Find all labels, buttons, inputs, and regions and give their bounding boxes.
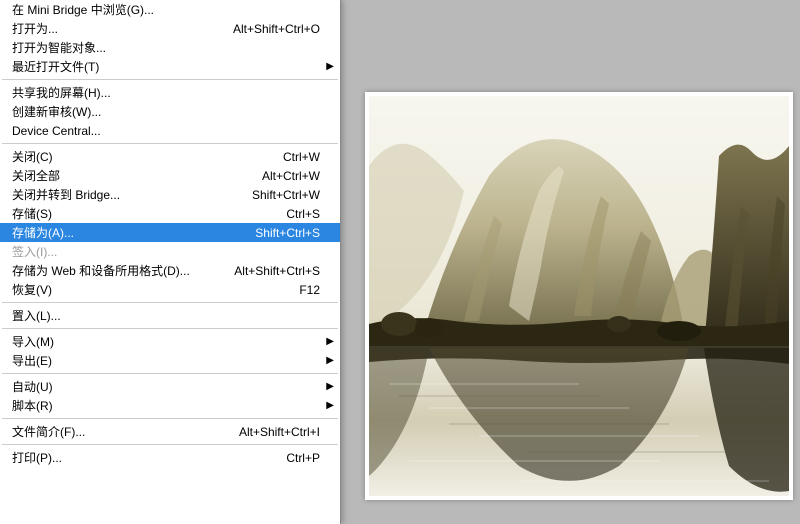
menu-separator <box>2 143 338 144</box>
menu-item[interactable]: 最近打开文件(T) ▶ <box>0 57 340 76</box>
menu-separator <box>2 444 338 445</box>
chevron-right-icon: ▶ <box>326 381 334 392</box>
menu-item-label: 在 Mini Bridge 中浏览(G)... <box>12 1 320 18</box>
menu-item[interactable]: 脚本(R) ▶ <box>0 396 340 415</box>
menu-item-label: 导出(E) <box>12 352 320 369</box>
menu-item-label: 打开为智能对象... <box>12 39 320 56</box>
menu-item[interactable]: 关闭(C)Ctrl+W <box>0 147 340 166</box>
menu-item[interactable]: 文件简介(F)...Alt+Shift+Ctrl+I <box>0 422 340 441</box>
menu-item[interactable]: 自动(U) ▶ <box>0 377 340 396</box>
menu-item: 签入(I)... <box>0 242 340 261</box>
menu-item-shortcut: Alt+Shift+Ctrl+I <box>239 425 322 439</box>
menu-item-shortcut: Alt+Ctrl+W <box>262 169 322 183</box>
menu-item-label: 创建新审核(W)... <box>12 103 320 120</box>
menu-item-label: 关闭全部 <box>12 167 262 184</box>
menu-item-shortcut: Alt+Shift+Ctrl+S <box>234 264 322 278</box>
menu-separator <box>2 418 338 419</box>
menu-item[interactable]: 打印(P)...Ctrl+P <box>0 448 340 467</box>
menu-item[interactable]: 创建新审核(W)... <box>0 102 340 121</box>
menu-item[interactable]: 恢复(V)F12 <box>0 280 340 299</box>
menu-separator <box>2 302 338 303</box>
menu-item-label: 存储(S) <box>12 205 286 222</box>
menu-item-label: 共享我的屏幕(H)... <box>12 84 320 101</box>
chevron-right-icon: ▶ <box>326 400 334 411</box>
menu-item[interactable]: 关闭全部Alt+Ctrl+W <box>0 166 340 185</box>
document-image <box>369 96 789 496</box>
menu-item-label: 签入(I)... <box>12 243 320 260</box>
menu-item[interactable]: 打开为智能对象... <box>0 38 340 57</box>
menu-item[interactable]: Device Central... <box>0 121 340 140</box>
canvas-area <box>341 0 800 524</box>
menu-item[interactable]: 存储为 Web 和设备所用格式(D)...Alt+Shift+Ctrl+S <box>0 261 340 280</box>
menu-item[interactable]: 打开为...Alt+Shift+Ctrl+O <box>0 19 340 38</box>
menu-item[interactable]: 导出(E) ▶ <box>0 351 340 370</box>
menu-item-label: 置入(L)... <box>12 307 320 324</box>
menu-item[interactable]: 置入(L)... <box>0 306 340 325</box>
chevron-right-icon: ▶ <box>326 336 334 347</box>
menu-item-shortcut: Alt+Shift+Ctrl+O <box>233 22 322 36</box>
chevron-right-icon: ▶ <box>326 355 334 366</box>
menu-item-shortcut: F12 <box>299 283 322 297</box>
menu-item-label: 导入(M) <box>12 333 320 350</box>
menu-item-label: 存储为 Web 和设备所用格式(D)... <box>12 262 234 279</box>
menu-item[interactable]: 共享我的屏幕(H)... <box>0 83 340 102</box>
menu-item-shortcut: Ctrl+W <box>283 150 322 164</box>
menu-item-label: 关闭(C) <box>12 148 283 165</box>
menu-item[interactable]: 在 Mini Bridge 中浏览(G)... <box>0 0 340 19</box>
menu-item-label: 关闭并转到 Bridge... <box>12 186 252 203</box>
menu-item-label: 最近打开文件(T) <box>12 58 320 75</box>
app-root: 在 Mini Bridge 中浏览(G)...打开为...Alt+Shift+C… <box>0 0 800 524</box>
menu-item-label: 自动(U) <box>12 378 320 395</box>
menu-item-label: Device Central... <box>12 124 320 138</box>
menu-separator <box>2 79 338 80</box>
menu-item-label: 存储为(A)... <box>12 224 255 241</box>
file-menu-dropdown: 在 Mini Bridge 中浏览(G)...打开为...Alt+Shift+C… <box>0 0 341 524</box>
menu-separator <box>2 373 338 374</box>
menu-item-shortcut: Ctrl+P <box>286 451 322 465</box>
menu-item[interactable]: 存储为(A)...Shift+Ctrl+S <box>0 223 340 242</box>
menu-item-label: 恢复(V) <box>12 281 299 298</box>
menu-item-shortcut: Ctrl+S <box>286 207 322 221</box>
menu-item-label: 打开为... <box>12 20 233 37</box>
menu-item-label: 文件简介(F)... <box>12 423 239 440</box>
document-canvas[interactable] <box>365 92 793 500</box>
chevron-right-icon: ▶ <box>326 61 334 72</box>
menu-item[interactable]: 导入(M) ▶ <box>0 332 340 351</box>
menu-item-shortcut: Shift+Ctrl+S <box>255 226 322 240</box>
menu-item[interactable]: 关闭并转到 Bridge...Shift+Ctrl+W <box>0 185 340 204</box>
menu-item-shortcut: Shift+Ctrl+W <box>252 188 322 202</box>
menu-item-label: 打印(P)... <box>12 449 286 466</box>
menu-separator <box>2 328 338 329</box>
menu-item-label: 脚本(R) <box>12 397 320 414</box>
menu-item[interactable]: 存储(S)Ctrl+S <box>0 204 340 223</box>
